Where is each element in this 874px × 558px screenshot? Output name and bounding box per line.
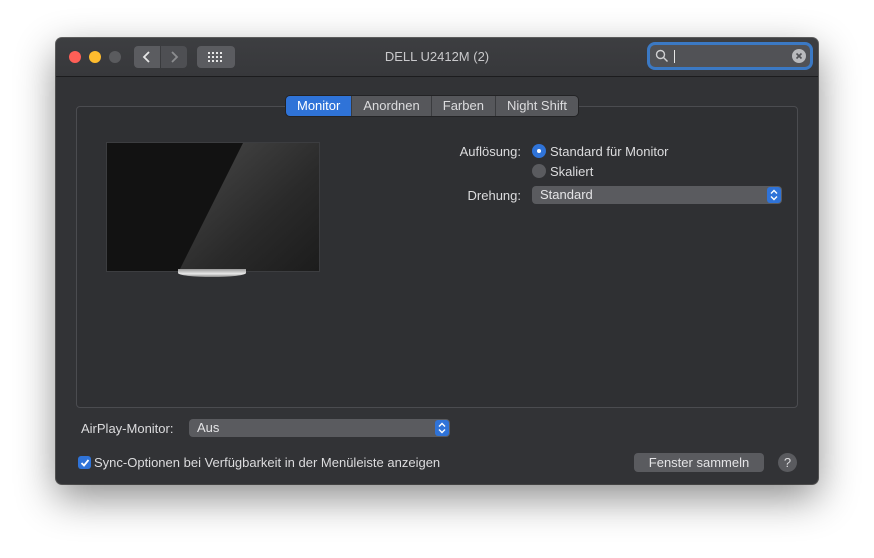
tab-monitor[interactable]: Monitor — [286, 96, 352, 116]
chevron-right-icon — [171, 51, 179, 63]
radio-scaled-label: Skaliert — [550, 164, 594, 179]
tab-bar: Monitor Anordnen Farben Night Shift — [286, 96, 578, 116]
tab-night-shift[interactable]: Night Shift — [494, 96, 578, 116]
zoom-button[interactable] — [109, 51, 121, 63]
monitor-image — [106, 142, 320, 272]
checkmark-icon — [80, 458, 89, 467]
minimize-button[interactable] — [89, 51, 101, 63]
forward-button[interactable] — [161, 46, 187, 68]
show-all-button[interactable] — [197, 46, 235, 68]
search-field[interactable] — [650, 45, 810, 67]
radio-standard-label: Standard für Monitor — [550, 144, 669, 159]
monitor-stand — [178, 269, 246, 277]
text-caret — [674, 50, 675, 63]
back-button[interactable] — [134, 46, 160, 68]
radio-scaled[interactable] — [532, 164, 546, 178]
help-button[interactable]: ? — [778, 453, 797, 472]
rotation-value: Standard — [540, 187, 593, 202]
search-input[interactable] — [672, 47, 784, 65]
chevron-left-icon — [142, 51, 150, 63]
airplay-label: AirPlay-Monitor: — [81, 421, 174, 436]
select-arrows-icon — [435, 420, 449, 436]
tab-farben[interactable]: Farben — [430, 96, 495, 116]
airplay-select[interactable]: Aus — [189, 419, 450, 437]
search-icon — [655, 49, 668, 62]
clear-search-button[interactable] — [792, 49, 806, 63]
resolution-label: Auflösung: — [459, 144, 521, 159]
radio-standard-for-monitor[interactable] — [532, 144, 546, 158]
rotation-select[interactable]: Standard — [532, 186, 782, 204]
sync-options-label: Sync-Optionen bei Verfügbarkeit in der M… — [94, 455, 441, 470]
clear-icon — [795, 52, 803, 60]
tab-anordnen[interactable]: Anordnen — [351, 96, 431, 116]
sync-options-checkbox[interactable] — [78, 456, 91, 469]
gather-windows-button[interactable]: Fenster sammeln — [634, 453, 764, 472]
grid-icon — [208, 52, 222, 62]
rotation-label: Drehung: — [467, 188, 521, 203]
title-bar: DELL U2412M (2) — [56, 38, 818, 77]
system-preferences-window: DELL U2412M (2) Monitor Anordnen Farben … — [56, 38, 818, 484]
airplay-value: Aus — [197, 420, 220, 435]
monitor-screen-icon — [107, 143, 319, 271]
select-arrows-icon — [767, 187, 781, 203]
close-button[interactable] — [69, 51, 81, 63]
